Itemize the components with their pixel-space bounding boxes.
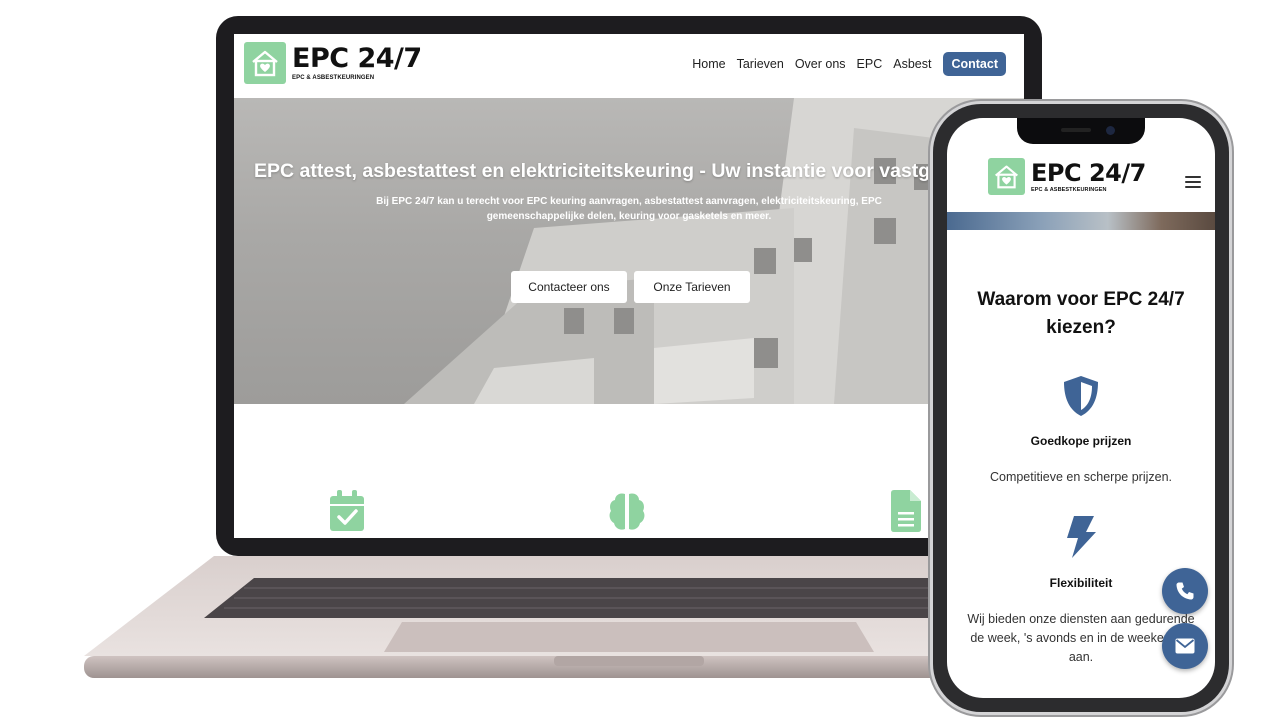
mobile-hero-strip (947, 212, 1215, 230)
mobile-brand-tagline: EPC & ASBESTKEURINGEN (1031, 186, 1107, 193)
shield-icon (947, 374, 1215, 418)
site-header: EPC 24/7 EPC & ASBESTKEURINGEN Home Tari… (234, 34, 1024, 98)
feature-text-goedkope-prijzen: Competitieve en scherpe prijzen. (989, 470, 1173, 484)
nav-home[interactable]: Home (692, 57, 725, 71)
nav-epc[interactable]: EPC (857, 57, 883, 71)
bolt-icon (947, 514, 1215, 560)
brand-name: EPC 24/7 (292, 43, 422, 74)
feature-title-goedkope-prijzen: Goedkope prijzen (1030, 434, 1132, 448)
nav-tarieven[interactable]: Tarieven (737, 57, 784, 71)
phone-frame: EPC 24/7 EPC & ASBESTKEURINGEN Waarom vo… (933, 104, 1229, 712)
contacteer-ons-button[interactable]: Contacteer ons (511, 271, 627, 303)
contact-button[interactable]: Contact (943, 52, 1006, 76)
camera-icon (1106, 126, 1115, 135)
desktop-website: EPC 24/7 EPC & ASBESTKEURINGEN Home Tari… (234, 34, 1024, 538)
feature-text-flexibiliteit: Wij bieden onze diensten aan gedurende d… (967, 612, 1195, 664)
main-nav: Home Tarieven Over ons EPC Asbest Contac… (681, 52, 1006, 76)
call-button[interactable] (1162, 568, 1208, 614)
document-icon (891, 490, 921, 537)
onze-tarieven-button[interactable]: Onze Tarieven (634, 271, 750, 303)
site-logo[interactable]: EPC 24/7 EPC & ASBESTKEURINGEN (244, 42, 422, 84)
house-heart-icon (244, 42, 286, 84)
house-heart-icon (988, 158, 1025, 195)
features-section (234, 404, 1024, 538)
phone-icon (1176, 582, 1194, 600)
section-heading: Waarom voor EPC 24/7 kiezen? (977, 289, 1185, 338)
brain-icon (607, 490, 647, 537)
email-button[interactable] (1162, 623, 1208, 669)
hero-subtitle: Bij EPC 24/7 kan u terecht voor EPC keur… (376, 196, 882, 222)
nav-over-ons[interactable]: Over ons (795, 57, 846, 71)
brand-tagline: EPC & ASBESTKEURINGEN (292, 75, 375, 81)
calendar-check-icon (329, 490, 365, 537)
mobile-site-logo[interactable]: EPC 24/7 EPC & ASBESTKEURINGEN (988, 158, 1146, 195)
hamburger-menu-icon[interactable] (1185, 176, 1201, 188)
mail-icon (1175, 638, 1195, 654)
nav-asbest[interactable]: Asbest (893, 57, 931, 71)
mockup-stage: EPC 24/7 EPC & ASBESTKEURINGEN Home Tari… (0, 0, 1280, 720)
hero-section: EPC attest, asbestattest en elektricitei… (234, 98, 1024, 404)
mobile-brand-name: EPC 24/7 (1031, 158, 1146, 187)
hero-title: EPC attest, asbestattest en elektricitei… (254, 160, 1024, 182)
phone-notch (1017, 118, 1145, 144)
hero-building-image (404, 98, 1024, 404)
